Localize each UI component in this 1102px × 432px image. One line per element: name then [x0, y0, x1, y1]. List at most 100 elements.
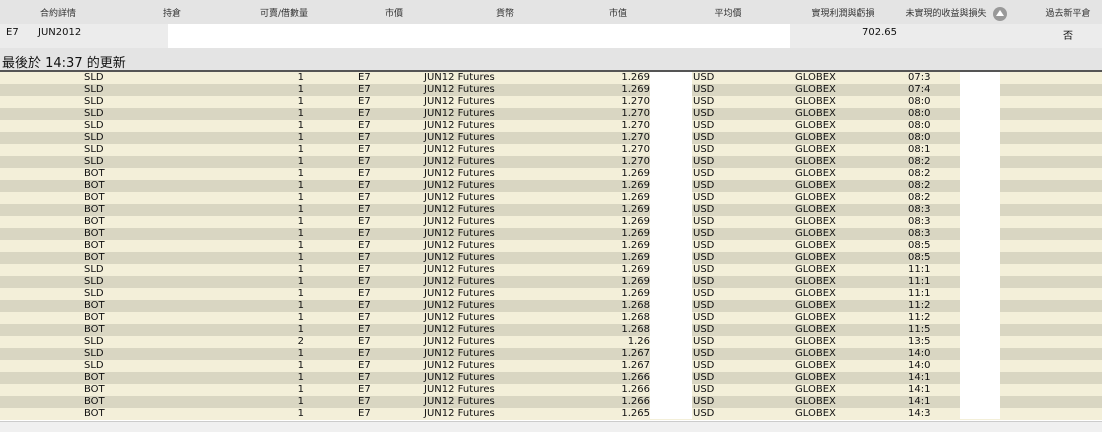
trade-action: SLD — [84, 348, 104, 359]
trade-symbol: E7 — [358, 372, 371, 383]
table-row[interactable]: SLD 1 E7 JUN12 Futures 1.270 USD GLOBEX 08:1 — [0, 144, 1102, 156]
trade-symbol: E7 — [358, 180, 371, 191]
trade-description: JUN12 Futures — [424, 192, 495, 203]
trade-currency: USD — [693, 120, 715, 131]
trade-exchange: GLOBEX — [795, 192, 836, 203]
trade-symbol: E7 — [358, 312, 371, 323]
table-row[interactable]: BOT 1 E7 JUN12 Futures 1.268 USD GLOBEX 11:5 — [0, 324, 1102, 336]
table-row[interactable]: SLD 1 E7 JUN12 Futures 1.269 USD GLOBEX 07:4 — [0, 84, 1102, 96]
trade-action: BOT — [84, 300, 105, 311]
col-realized-pnl[interactable]: 實現利潤與虧損 — [811, 6, 874, 19]
redaction-block — [650, 72, 692, 419]
table-row[interactable]: SLD 1 E7 JUN12 Futures 1.269 USD GLOBEX 11:1 — [0, 264, 1102, 276]
trade-price: 1.269 — [621, 204, 650, 215]
trade-price: 1.269 — [621, 84, 650, 95]
table-row[interactable]: SLD 1 E7 JUN12 Futures 1.269 USD GLOBEX 11:1 — [0, 276, 1102, 288]
trade-action: BOT — [84, 324, 105, 335]
col-market-value[interactable]: 市值 — [609, 6, 627, 19]
table-row[interactable]: SLD 1 E7 JUN12 Futures 1.270 USD GLOBEX 08:0 — [0, 96, 1102, 108]
trade-exchange: GLOBEX — [795, 144, 836, 155]
trade-price: 1.270 — [621, 120, 650, 131]
trade-symbol: E7 — [358, 384, 371, 395]
table-row[interactable]: BOT 1 E7 JUN12 Futures 1.266 USD GLOBEX 14:1 — [0, 372, 1102, 384]
trade-exchange: GLOBEX — [795, 132, 836, 143]
trade-time: 08:5 — [908, 252, 931, 263]
table-row[interactable]: SLD 1 E7 JUN12 Futures 1.269 USD GLOBEX 11:1 — [0, 288, 1102, 300]
trade-exchange: GLOBEX — [795, 300, 836, 311]
trade-currency: USD — [693, 288, 715, 299]
trade-price: 1.269 — [621, 252, 650, 263]
trade-description: JUN12 Futures — [424, 180, 495, 191]
col-available-qty[interactable]: 可賣/借數量 — [260, 6, 308, 19]
table-row[interactable]: BOT 1 E7 JUN12 Futures 1.269 USD GLOBEX 08:5 — [0, 240, 1102, 252]
position-summary-row[interactable]: E7 JUN2012 702.65 否 — [0, 24, 1102, 48]
col-position[interactable]: 持倉 — [163, 6, 181, 19]
trade-time: 08:3 — [908, 216, 931, 227]
trade-price: 1.270 — [621, 132, 650, 143]
table-row[interactable]: SLD 2 E7 JUN12 Futures 1.26 USD GLOBEX 13:5 — [0, 336, 1102, 348]
trade-price: 1.269 — [621, 240, 650, 251]
table-row[interactable]: BOT 1 E7 JUN12 Futures 1.266 USD GLOBEX 14:1 — [0, 384, 1102, 396]
table-row[interactable]: SLD 1 E7 JUN12 Futures 1.267 USD GLOBEX 14:0 — [0, 360, 1102, 372]
table-row[interactable]: SLD 1 E7 JUN12 Futures 1.270 USD GLOBEX 08:0 — [0, 120, 1102, 132]
trade-exchange: GLOBEX — [795, 84, 836, 95]
trade-currency: USD — [693, 396, 715, 407]
trade-quantity: 1 — [297, 348, 304, 359]
trade-price: 1.268 — [621, 324, 650, 335]
trade-currency: USD — [693, 180, 715, 191]
trade-time: 08:1 — [908, 144, 931, 155]
trade-time: 08:0 — [908, 132, 931, 143]
trade-quantity: 1 — [297, 192, 304, 203]
col-avg-price[interactable]: 平均價 — [714, 6, 741, 19]
table-row[interactable]: BOT 1 E7 JUN12 Futures 1.269 USD GLOBEX 08:2 — [0, 168, 1102, 180]
table-row[interactable]: BOT 1 E7 JUN12 Futures 1.269 USD GLOBEX 08:2 — [0, 192, 1102, 204]
table-row[interactable]: SLD 1 E7 JUN12 Futures 1.267 USD GLOBEX 14:0 — [0, 348, 1102, 360]
col-market-price[interactable]: 市價 — [385, 6, 403, 19]
col-closed[interactable]: 過去新平倉 — [1045, 6, 1090, 19]
trade-currency: USD — [693, 228, 715, 239]
trade-time: 11:5 — [908, 324, 931, 335]
horizontal-scrollbar[interactable] — [0, 421, 1102, 432]
trade-description: JUN12 Futures — [424, 360, 495, 371]
trade-time: 08:2 — [908, 168, 931, 179]
trade-exchange: GLOBEX — [795, 276, 836, 287]
table-row[interactable]: SLD 1 E7 JUN12 Futures 1.270 USD GLOBEX 08:2 — [0, 156, 1102, 168]
table-row[interactable]: SLD 1 E7 JUN12 Futures 1.270 USD GLOBEX 08:0 — [0, 132, 1102, 144]
table-row[interactable]: BOT 1 E7 JUN12 Futures 1.269 USD GLOBEX 08:3 — [0, 228, 1102, 240]
table-row[interactable]: BOT 1 E7 JUN12 Futures 1.266 USD GLOBEX 14:1 — [0, 396, 1102, 408]
trade-exchange: GLOBEX — [795, 372, 836, 383]
trade-price: 1.267 — [621, 348, 650, 359]
trade-time: 11:1 — [908, 264, 931, 275]
trade-action: SLD — [84, 144, 104, 155]
table-row[interactable]: BOT 1 E7 JUN12 Futures 1.268 USD GLOBEX 11:2 — [0, 300, 1102, 312]
table-row[interactable]: BOT 1 E7 JUN12 Futures 1.269 USD GLOBEX 08:3 — [0, 216, 1102, 228]
trade-action: BOT — [84, 204, 105, 215]
trade-price: 1.269 — [621, 288, 650, 299]
col-currency[interactable]: 貨幣 — [496, 6, 514, 19]
trade-time: 07:3 — [908, 72, 931, 83]
trade-action: SLD — [84, 120, 104, 131]
trade-symbol: E7 — [358, 336, 371, 347]
trade-price: 1.268 — [621, 300, 650, 311]
table-row[interactable]: BOT 1 E7 JUN12 Futures 1.265 USD GLOBEX 14:3 — [0, 408, 1102, 420]
summary-symbol: E7 — [6, 27, 19, 38]
trade-symbol: E7 — [358, 228, 371, 239]
trade-quantity: 1 — [297, 204, 304, 215]
trade-description: JUN12 Futures — [424, 168, 495, 179]
col-contract[interactable]: 合約詳情 — [40, 6, 76, 19]
sort-up-icon[interactable] — [993, 7, 1007, 21]
trade-symbol: E7 — [358, 168, 371, 179]
table-row[interactable]: BOT 1 E7 JUN12 Futures 1.269 USD GLOBEX 08:5 — [0, 252, 1102, 264]
table-row[interactable]: SLD 1 E7 JUN12 Futures 1.269 USD GLOBEX 07:3 — [0, 72, 1102, 84]
trade-price: 1.269 — [621, 72, 650, 83]
table-row[interactable]: BOT 1 E7 JUN12 Futures 1.269 USD GLOBEX 08:2 — [0, 180, 1102, 192]
trade-action: SLD — [84, 276, 104, 287]
table-row[interactable]: BOT 1 E7 JUN12 Futures 1.269 USD GLOBEX 08:3 — [0, 204, 1102, 216]
trade-action: SLD — [84, 336, 104, 347]
trade-currency: USD — [693, 132, 715, 143]
col-unrealized-pnl[interactable]: 未實現的收益與損失 — [905, 6, 986, 19]
table-row[interactable]: BOT 1 E7 JUN12 Futures 1.268 USD GLOBEX 11:2 — [0, 312, 1102, 324]
table-row[interactable]: SLD 1 E7 JUN12 Futures 1.270 USD GLOBEX 08:0 — [0, 108, 1102, 120]
trade-symbol: E7 — [358, 276, 371, 287]
trade-description: JUN12 Futures — [424, 312, 495, 323]
